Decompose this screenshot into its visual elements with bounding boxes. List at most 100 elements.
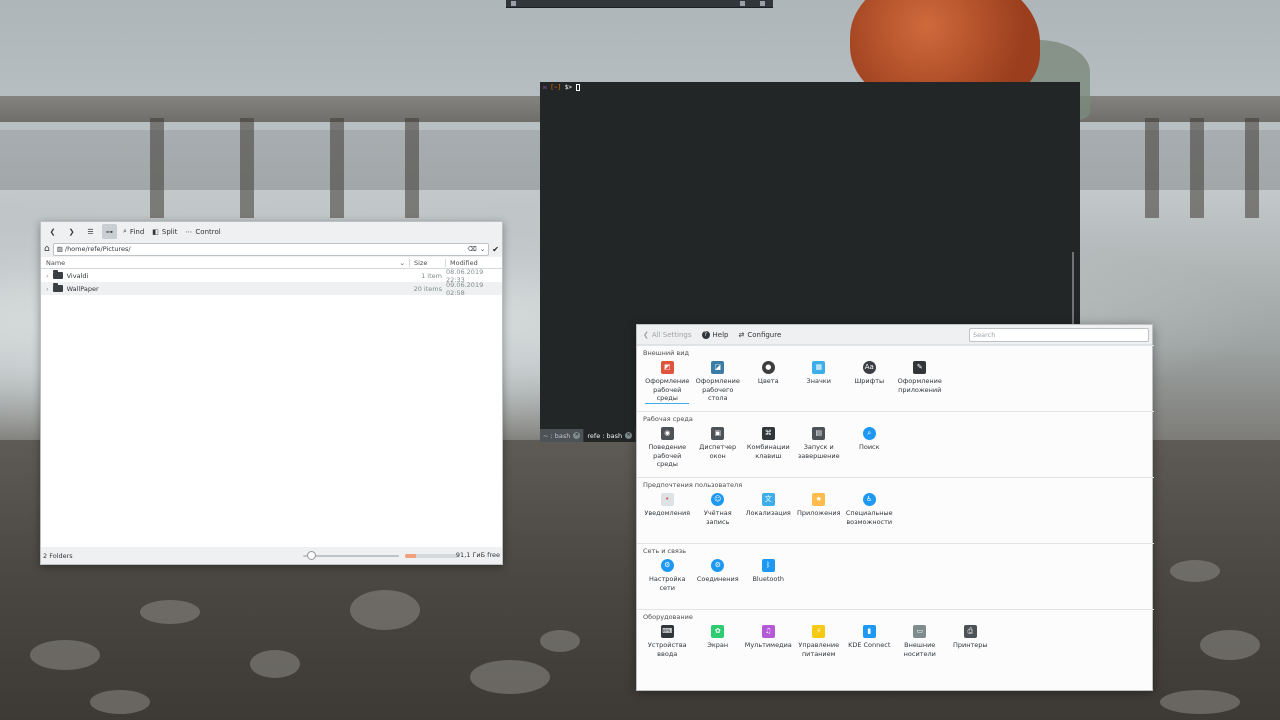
system-settings-window: ❮ All Settings ? Help ⇄ Configure Search… xyxy=(636,324,1154,691)
chevron-right-icon: ❯ xyxy=(68,227,75,236)
settings-module-label: Уведомления xyxy=(644,509,691,517)
size-column-header[interactable]: Size xyxy=(410,258,446,267)
settings-module-window-manager[interactable]: ▣ Диспетчер окон xyxy=(693,427,744,469)
details-view-button[interactable]: ☰ xyxy=(83,224,98,239)
settings-module-label: Мультимедиа xyxy=(744,641,792,649)
file-name: Vivaldi xyxy=(66,271,89,280)
settings-module-input-devices[interactable]: ⌨ Устройства ввода xyxy=(642,625,693,658)
forward-button[interactable]: ❯ xyxy=(64,224,79,239)
tree-view-button[interactable]: ⊶ xyxy=(102,224,117,239)
expand-chevron-icon[interactable]: › xyxy=(46,272,49,280)
settings-module-account[interactable]: ☺ Учётная запись xyxy=(693,493,744,526)
settings-module-label: KDE Connect xyxy=(848,641,891,649)
window-manager-icon: ▣ xyxy=(711,427,725,440)
terminal-tab-refe[interactable]: refe : bash ✕ xyxy=(584,429,636,442)
search-icon: ⌕ xyxy=(862,427,876,440)
pebble xyxy=(1200,630,1260,660)
find-button[interactable]: ⌕ Find xyxy=(121,224,146,239)
applications-icon: ★ xyxy=(812,493,826,506)
settings-module-label: Поведение рабочей среды xyxy=(648,443,687,468)
pebble xyxy=(1160,690,1240,714)
file-row-vivaldi[interactable]: › Vivaldi 1 item 08.06.2019 22:33 xyxy=(41,268,502,284)
home-icon[interactable]: ⌂ xyxy=(44,244,50,254)
settings-search-input[interactable]: Search xyxy=(969,328,1149,342)
settings-module-workspace-theme[interactable]: ◩ Оформление рабочей среды xyxy=(642,361,693,404)
offscreen-window-edge[interactable] xyxy=(506,0,773,8)
network-settings-icon: ⚙ xyxy=(660,559,674,572)
zoom-slider-handle[interactable] xyxy=(307,551,316,560)
pebble xyxy=(30,640,100,670)
settings-module-label: Настройка сети xyxy=(649,575,686,592)
terminal-tab-home[interactable]: ~ : bash ✕ xyxy=(540,429,584,442)
power-icon: ⚡ xyxy=(812,625,826,638)
configure-button[interactable]: ⇄ Configure xyxy=(738,331,781,339)
settings-module-workspace-behavior[interactable]: ◉ Поведение рабочей среды xyxy=(642,427,693,469)
settings-module-printers[interactable]: ⎙ Принтеры xyxy=(945,625,996,658)
prompt-user: ✉ xyxy=(543,84,547,91)
section-grid: ⚙ Настройка сети ⚙ Соединения ᛒ Bluetooth xyxy=(642,559,794,592)
settings-module-label: Внешние носители xyxy=(903,641,936,658)
close-icon[interactable] xyxy=(760,1,765,6)
free-space-label: 91,1 ГиБ free xyxy=(455,551,500,559)
settings-module-shortcuts[interactable]: ⌘ Комбинации клавиш xyxy=(743,427,794,469)
prompt-dir: [~] xyxy=(550,84,562,91)
settings-module-fonts[interactable]: Aa Шрифты xyxy=(844,361,895,404)
minimize-icon[interactable] xyxy=(740,1,745,6)
settings-module-localization[interactable]: 文 Локализация xyxy=(743,493,794,526)
kde-connect-icon: ▮ xyxy=(862,625,876,638)
settings-module-accessibility[interactable]: ♿ Специальные возможности xyxy=(844,493,895,526)
window-menu-icon[interactable] xyxy=(511,1,516,6)
clear-location-icon[interactable]: ⌫ xyxy=(468,245,477,253)
section-title: Рабочая среда xyxy=(643,415,693,423)
modified-column-header[interactable]: Modified xyxy=(446,259,502,267)
settings-module-kde-connect[interactable]: ▮ KDE Connect xyxy=(844,625,895,658)
settings-module-removable-storage[interactable]: ▭ Внешние носители xyxy=(895,625,946,658)
settings-module-bluetooth[interactable]: ᛒ Bluetooth xyxy=(743,559,794,592)
settings-module-startup[interactable]: ▤ Запуск и завершение xyxy=(794,427,845,469)
section-grid: ⌨ Устройства ввода ✿ Экран ♫ Мультимедиа ⚡ Упра… xyxy=(642,625,996,658)
settings-module-search[interactable]: ⌕ Поиск xyxy=(844,427,895,469)
settings-module-connections[interactable]: ⚙ Соединения xyxy=(693,559,744,592)
name-column-label: Name xyxy=(46,258,66,267)
name-column-header[interactable]: Name ⌄ xyxy=(41,258,410,267)
section-title: Сеть и связь xyxy=(643,547,687,555)
file-manager-window: ❮ ❯ ☰ ⊶ ⌕ Find ◧ Split ⋯ Control ⌂ ▨ /ho… xyxy=(40,221,503,565)
settings-module-label: Шрифты xyxy=(854,377,885,385)
settings-module-power[interactable]: ⚡ Управление питанием xyxy=(794,625,845,658)
pier-post xyxy=(1145,118,1159,218)
settings-module-desktop-theme[interactable]: ◪ Оформление рабочего стола xyxy=(693,361,744,404)
settings-module-applications[interactable]: ★ Приложения xyxy=(794,493,845,526)
search-icon: ⌕ xyxy=(123,227,127,235)
settings-module-app-style[interactable]: ✎ Оформление приложений xyxy=(895,361,946,404)
tab-label: refe : bash xyxy=(587,431,623,440)
settings-module-network-settings[interactable]: ⚙ Настройка сети xyxy=(642,559,693,592)
column-header: Name ⌄ Size Modified xyxy=(41,257,502,269)
zoom-slider-track[interactable] xyxy=(303,555,399,557)
expand-chevron-icon[interactable]: › xyxy=(46,285,49,293)
back-button[interactable]: ❮ xyxy=(45,224,60,239)
pier-post xyxy=(330,118,344,218)
section-hardware: Оборудование ⌨ Устройства ввода ✿ Экран ♫ Мул… xyxy=(637,609,1154,675)
configure-icon: ⇄ xyxy=(738,330,745,339)
split-button[interactable]: ◧ Split xyxy=(150,224,179,239)
settings-module-notifications[interactable]: • Уведомления xyxy=(642,493,693,526)
confirm-location-icon[interactable]: ✔ xyxy=(492,245,499,254)
terminal-scrollbar[interactable] xyxy=(1072,252,1074,332)
settings-module-colors[interactable]: ● Цвета xyxy=(743,361,794,404)
pier-post xyxy=(150,118,164,218)
close-tab-icon[interactable]: ✕ xyxy=(625,432,633,439)
settings-module-multimedia[interactable]: ♫ Мультимедиа xyxy=(743,625,794,658)
settings-module-display[interactable]: ✿ Экран xyxy=(693,625,744,658)
location-input[interactable]: ▨ /home/refe/Pictures/ ⌫ ⌄ xyxy=(52,242,490,256)
settings-module-icons[interactable]: ▦ Значки xyxy=(794,361,845,404)
close-tab-icon[interactable]: ✕ xyxy=(573,432,581,439)
disk-space-bar xyxy=(405,554,459,558)
settings-module-label: Поиск xyxy=(858,443,880,451)
all-settings-button[interactable]: ❮ All Settings xyxy=(643,331,692,339)
pier-post xyxy=(1245,118,1259,218)
chevron-down-icon[interactable]: ⌄ xyxy=(480,245,485,253)
help-button[interactable]: ? Help xyxy=(701,330,728,339)
control-button[interactable]: ⋯ Control xyxy=(183,224,222,239)
file-row-wallpaper[interactable]: › WallPaper 20 items 09.06.2019 02:58 xyxy=(41,281,502,297)
section-title: Оборудование xyxy=(643,613,693,621)
